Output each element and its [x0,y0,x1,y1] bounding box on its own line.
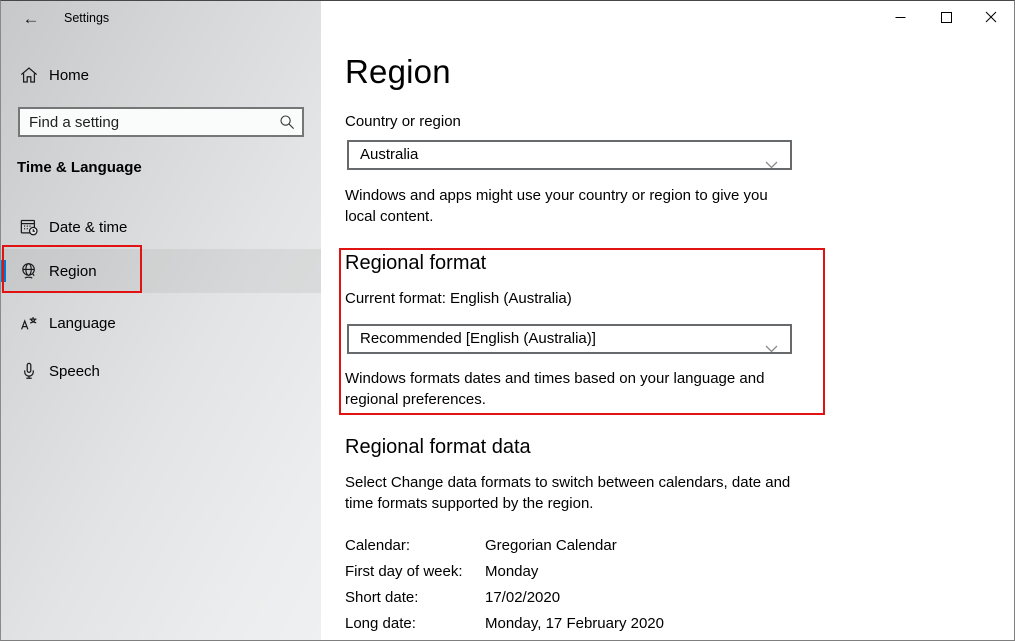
data-row-calendar: Calendar: Gregorian Calendar [345,537,765,553]
main-content: Region Country or region Australia Windo… [321,1,1015,641]
data-value: 17/02/2020 [485,589,560,606]
selected-accent-bar [1,260,6,282]
country-dropdown[interactable]: Australia [347,140,792,170]
minimize-icon [895,12,906,23]
data-row-short-date: Short date: 17/02/2020 [345,589,765,605]
sidebar-item-label: Speech [49,363,100,380]
search-box [18,107,304,137]
sidebar-item-label: Date & time [49,219,127,236]
regional-format-data-description: Select Change data formats to switch bet… [345,472,800,514]
regional-format-dropdown-value: Recommended [English (Australia)] [360,330,596,347]
close-icon [985,11,997,23]
close-button[interactable] [968,1,1014,33]
window-title: Settings [64,11,109,25]
search-icon[interactable] [279,114,295,130]
data-label: Long date: [345,615,416,632]
country-description: Windows and apps might use your country … [345,185,793,227]
regional-format-heading: Regional format [345,252,486,275]
regional-format-data-heading: Regional format data [345,436,531,459]
maximize-button[interactable] [923,1,969,33]
language-icon [20,314,38,332]
sidebar-item-language[interactable]: Language [1,301,321,345]
settings-window: ← Settings Home Time & Language [0,0,1015,641]
regional-format-description: Windows formats dates and times based on… [345,368,793,410]
sidebar-item-speech[interactable]: Speech [1,349,321,393]
sidebar-item-label: Home [49,67,89,84]
back-button[interactable]: ← [18,6,44,32]
data-value: Monday, 17 February 2020 [485,615,664,632]
page-title: Region [345,53,451,91]
sidebar-item-label: Language [49,315,116,332]
data-row-long-date: Long date: Monday, 17 February 2020 [345,615,765,631]
data-value: Gregorian Calendar [485,537,617,554]
country-label: Country or region [345,113,461,130]
search-input[interactable] [20,109,302,135]
microphone-icon [20,362,38,380]
back-arrow-icon: ← [23,9,40,28]
sidebar-item-date-time[interactable]: Date & time [1,205,321,249]
data-value: Monday [485,563,538,580]
sidebar-item-label: Region [49,263,97,280]
regional-format-dropdown[interactable]: Recommended [English (Australia)] [347,324,792,354]
chevron-down-icon [765,152,778,160]
calendar-clock-icon [20,218,38,236]
current-format-label: Current format: English (Australia) [345,290,572,307]
chevron-down-icon [765,336,778,344]
minimize-button[interactable] [877,1,923,33]
home-icon [20,66,38,84]
sidebar-section-title: Time & Language [17,159,142,176]
data-row-first-day: First day of week: Monday [345,563,765,579]
country-dropdown-value: Australia [360,146,418,163]
data-label: Short date: [345,589,418,606]
sidebar: ← Settings Home Time & Language [1,1,321,641]
data-label: Calendar: [345,537,410,554]
sidebar-item-region[interactable]: Region [1,249,321,293]
sidebar-item-home[interactable]: Home [1,53,321,97]
data-label: First day of week: [345,563,463,580]
globe-icon [20,262,38,280]
maximize-icon [941,12,952,23]
